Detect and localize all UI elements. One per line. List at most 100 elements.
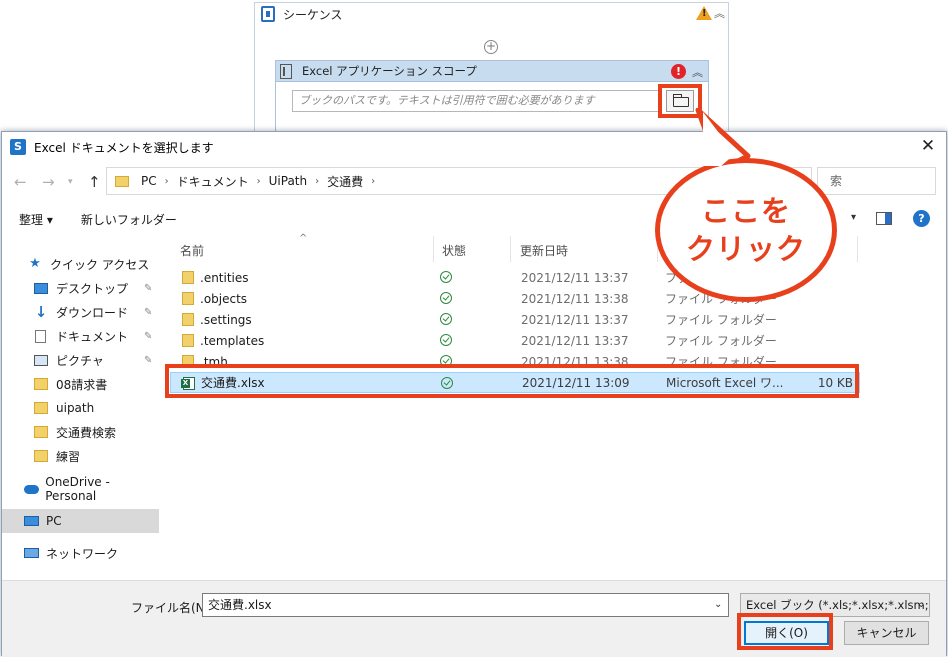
column-status[interactable]: 状態 [442,242,466,259]
nav-pictures[interactable]: ピクチャ ✎ [2,348,159,372]
chevron-down-icon[interactable]: ⌄ [917,599,925,610]
nav-quick-access[interactable]: ★ クイック アクセス [2,252,159,276]
recent-dropdown-icon[interactable]: ▾ [68,177,73,187]
organize-menu[interactable]: 整理 ▾ [19,211,53,228]
dialog-titlebar: S Excel ドキュメントを選択します ✕ [2,132,946,162]
file-name: .entities [200,270,249,285]
breadcrumb-separator-icon[interactable]: › [315,176,319,187]
folder-icon [182,292,194,305]
chevron-down-icon[interactable]: ⌄ [714,599,722,610]
dialog-title: Excel ドキュメントを選択します [34,140,214,155]
add-activity-icon[interactable]: + [484,40,498,54]
workbook-path-input[interactable]: ブックのパスです。テキストは引用符で囲む必要があります [292,90,660,112]
pin-icon[interactable]: ✎ [144,355,152,366]
breadcrumb-separator-icon[interactable]: › [257,176,261,187]
pin-icon[interactable]: ✎ [144,283,152,294]
file-name: .templates [200,333,265,348]
nav-folder-uipath[interactable]: uipath [2,396,159,420]
file-type: ファイル フォルダー [665,334,777,348]
nav-desktop[interactable]: デスクトップ ✎ [2,276,159,300]
search-input[interactable]: 索 [817,167,936,195]
navigation-pane: ★ クイック アクセス デスクトップ ✎ ↓ ダウンロード ✎ ドキュメント ✎… [2,236,159,580]
nav-onedrive[interactable]: OneDrive - Personal [2,475,159,503]
book-icon [280,63,292,79]
up-arrow-icon[interactable]: ↑ [88,173,101,191]
file-date: 2021/12/11 13:37 [521,312,629,327]
highlight-selected-file [165,364,859,398]
back-arrow-icon[interactable]: ← [14,173,27,191]
cancel-button[interactable]: キャンセル [844,621,929,645]
nav-downloads[interactable]: ↓ ダウンロード ✎ [2,300,159,324]
forward-arrow-icon[interactable]: → [42,173,55,191]
breadcrumb-separator-icon[interactable]: › [165,176,169,187]
documents-icon [35,329,46,343]
file-row[interactable]: .settings 2021/12/11 13:37 ファイル フォルダー [170,309,860,330]
folder-icon [115,175,129,187]
sync-ok-icon [440,313,452,325]
collapse-chevron-icon[interactable]: ︽ [692,64,703,80]
breadcrumb-separator-icon[interactable]: › [371,176,375,187]
folder-icon [34,426,48,438]
nav-folder-transport-search[interactable]: 交通費検索 [2,420,159,444]
callout-line-2: クリック [685,232,806,266]
callout-bubble: ここを クリック [655,158,837,302]
column-divider[interactable] [857,236,858,262]
file-list: ^ 名前 状態 更新日時 .entities 2021/12/11 13:37 … [162,233,946,580]
view-dropdown-icon[interactable]: ▾ [851,212,856,223]
file-row[interactable]: .templates 2021/12/11 13:37 ファイル フォルダー [170,330,860,351]
nav-label: OneDrive - Personal [45,475,110,503]
pin-icon[interactable]: ✎ [144,307,152,318]
pictures-icon [34,354,48,366]
column-modified[interactable]: 更新日時 [520,242,568,259]
nav-folder-invoices[interactable]: 08請求書 [2,372,159,396]
nav-label: 08請求書 [56,377,108,392]
file-name: .objects [200,291,248,306]
uipath-app-icon: S [10,139,26,155]
breadcrumb-documents[interactable]: ドキュメント [177,173,249,190]
download-icon: ↓ [34,303,48,321]
close-icon[interactable]: ✕ [918,136,938,156]
callout-line-1: ここを [700,194,791,228]
star-icon: ★ [29,256,41,271]
pin-icon[interactable]: ✎ [144,331,152,342]
nav-label: ネットワーク [46,546,119,561]
sync-ok-icon [440,271,452,283]
warning-icon[interactable]: ! [696,6,712,20]
nav-network[interactable]: ネットワーク [2,541,159,565]
file-type: ファイル フォルダー [665,313,777,327]
breadcrumb-pc[interactable]: PC [141,174,157,188]
nav-label: 交通費検索 [56,425,117,440]
new-folder-button[interactable]: 新しいフォルダー [81,211,177,228]
column-divider[interactable] [510,236,511,262]
nav-label: ダウンロード [56,305,129,320]
nav-folder-practice[interactable]: 練習 [2,444,159,468]
error-icon[interactable]: ! [671,64,686,79]
folder-icon [34,402,48,414]
collapse-chevron-icon[interactable]: ︽ [714,5,725,21]
breadcrumb-uipath[interactable]: UiPath [269,174,307,188]
sync-ok-icon [440,334,452,346]
filename-input[interactable]: 交通費.xlsx [202,593,729,617]
pc-icon [24,516,39,526]
nav-label: ドキュメント [56,329,129,344]
scope-title: Excel アプリケーション スコープ [302,64,477,78]
highlight-open-button [737,613,833,650]
cloud-icon [24,484,40,494]
help-icon[interactable]: ? [913,210,930,227]
file-date: 2021/12/11 13:37 [521,333,629,348]
scope-header: Excel アプリケーション スコープ [276,61,708,82]
breadcrumb-transport[interactable]: 交通費 [327,173,363,190]
column-divider[interactable] [433,236,434,262]
preview-pane-icon[interactable] [876,212,892,225]
column-name[interactable]: 名前 [180,242,204,259]
nav-label: デスクトップ [56,281,129,296]
folder-icon [182,271,194,284]
sync-ok-icon [440,292,452,304]
sort-ascending-icon: ^ [299,233,308,244]
nav-documents[interactable]: ドキュメント ✎ [2,324,159,348]
folder-icon [34,378,48,390]
nav-pc[interactable]: PC [2,509,159,533]
folder-icon [34,450,48,462]
folder-icon [182,334,194,347]
file-date: 2021/12/11 13:37 [521,270,629,285]
